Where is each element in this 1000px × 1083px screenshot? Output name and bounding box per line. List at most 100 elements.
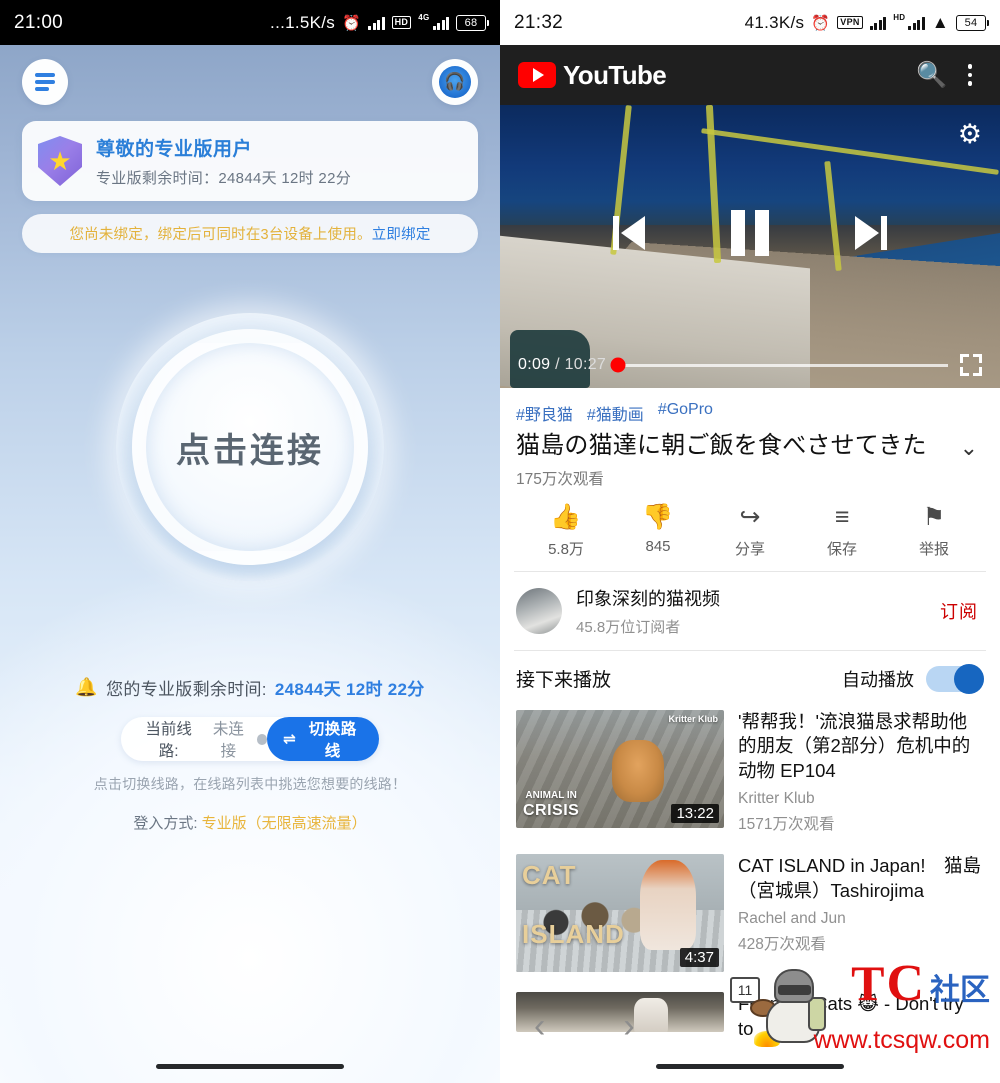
- pause-icon[interactable]: [731, 210, 769, 256]
- dual-phone-screenshot: 21:00 ...1.5K/s ⏰ HD 4G 68 🎧 ★ 尊敬的专业版用户 …: [0, 0, 1000, 1083]
- tag-item[interactable]: #野良猫: [516, 401, 573, 425]
- duration: 10:27: [564, 356, 607, 373]
- chevron-down-icon[interactable]: ⌄: [960, 431, 984, 461]
- youtube-play-icon: [518, 62, 556, 88]
- battery-icon: 54: [956, 14, 989, 31]
- video-item-title: '帮帮我！'流浪猫恳求帮助他的朋友（第2部分）危机中的动物 EP104: [738, 711, 971, 781]
- video-thumbnail[interactable]: Kritter Klub ANIMAL IN CRISIS 13:22: [516, 710, 724, 828]
- view-count: 175万次观看: [516, 471, 604, 488]
- video-duration: 13:22: [671, 804, 719, 823]
- signal-bars-icon: [869, 16, 887, 30]
- subscriber-count: 45.8万位订阅者: [576, 619, 681, 636]
- dislike-button[interactable]: 👎 845: [620, 505, 696, 559]
- thumbnail-overlay-line1: CAT: [522, 860, 577, 891]
- tag-item[interactable]: #猫動画: [587, 401, 644, 425]
- gear-icon[interactable]: ⚙: [958, 121, 982, 148]
- route-pill: 当前线路: 未连接 ⇌ 切换路线: [121, 717, 379, 761]
- channel-row[interactable]: 印象深刻的猫视频 45.8万位订阅者 订阅: [500, 572, 1000, 650]
- list-item[interactable]: Kritter Klub ANIMAL IN CRISIS 13:22 '帮帮我…: [500, 702, 1000, 846]
- thumbs-up-icon: 👍: [550, 503, 582, 531]
- status-time: 21:00: [14, 11, 64, 33]
- tag-item[interactable]: #GoPro: [658, 401, 713, 425]
- player-time: 0:09 / 10:27: [518, 356, 606, 374]
- signal-bars-icon: [368, 16, 385, 30]
- connect-button[interactable]: 点击连接: [132, 329, 368, 565]
- home-indicator[interactable]: [656, 1064, 844, 1069]
- login-mode-value: 专业版（无限高速流量）: [201, 815, 367, 832]
- list-item[interactable]: CAT ISLAND 4:37 CAT ISLAND in Japan! 猫島（…: [500, 846, 1000, 984]
- dislike-count: 845: [645, 538, 671, 555]
- status-time: 21:32: [514, 11, 564, 33]
- autoplay-toggle[interactable]: [926, 663, 984, 694]
- video-thumbnail[interactable]: CAT ISLAND 4:37: [516, 854, 724, 973]
- progress-knob[interactable]: [610, 357, 626, 373]
- progress-scrubber[interactable]: [610, 357, 948, 373]
- report-flag-icon: ⚑: [922, 503, 946, 531]
- share-button[interactable]: ↪ 分享: [712, 505, 788, 559]
- fullscreen-icon[interactable]: [960, 354, 982, 376]
- bell-icon: 🔔: [75, 677, 99, 697]
- vip-title: 尊敬的专业版用户: [96, 139, 253, 160]
- thumbnail-overlay-line2: CRISIS: [523, 801, 580, 819]
- chevron-left-icon[interactable]: ‹: [534, 1009, 545, 1043]
- remaining-value: 24844天 12时 22分: [274, 680, 425, 699]
- report-button[interactable]: ⚑ 举报: [896, 505, 972, 559]
- network-speed: ...1.5K/s: [270, 12, 336, 32]
- player-controls: [500, 210, 1000, 256]
- channel-avatar[interactable]: [516, 588, 562, 634]
- channel-name: 印象深刻的猫视频: [576, 589, 720, 609]
- support-button[interactable]: 🎧: [432, 59, 478, 105]
- left-phone-panel: 21:00 ...1.5K/s ⏰ HD 4G 68 🎧 ★ 尊敬的专业版用户 …: [0, 0, 500, 1083]
- home-indicator[interactable]: [156, 1064, 344, 1069]
- save-button[interactable]: ≡ 保存: [804, 505, 880, 559]
- video-item-channel: Kritter Klub: [738, 790, 815, 808]
- route-value: 未连接: [212, 721, 244, 760]
- video-item-views: 428万次观看: [738, 936, 826, 954]
- left-status-bar: 21:00 ...1.5K/s ⏰ HD 4G 68: [0, 0, 500, 45]
- vip-card[interactable]: ★ 尊敬的专业版用户 专业版剩余时间：24844天 12时 22分: [22, 121, 478, 201]
- like-count: 5.8万: [548, 541, 584, 558]
- remaining-prefix: 您的专业版剩余时间:: [106, 680, 267, 699]
- subscribe-button[interactable]: 订阅: [940, 598, 984, 624]
- signal-bars-2-icon: [432, 16, 449, 30]
- vpn-app-body: 🎧 ★ 尊敬的专业版用户 专业版剩余时间：24844天 12时 22分 您尚未绑…: [0, 45, 500, 1083]
- headset-icon: 🎧: [439, 66, 471, 98]
- alarm-icon: ⏰: [811, 14, 831, 32]
- route-label: 当前线路:: [145, 721, 192, 760]
- video-player[interactable]: ⚙ 0:09 / 10:27: [500, 105, 1000, 388]
- youtube-app-body: YouTube 🔍 ⚙ 0:09 / 10:27 #野良猫 #猫動画 #GoPr…: [500, 45, 1000, 1083]
- share-icon: ↪: [739, 503, 761, 531]
- current-time: 0:09: [518, 356, 551, 373]
- hd-icon: HD: [391, 16, 412, 29]
- more-options-button[interactable]: [958, 64, 983, 86]
- chevron-right-icon[interactable]: ›: [623, 1009, 634, 1043]
- search-button[interactable]: 🔍: [916, 61, 947, 90]
- autoplay-control[interactable]: 自动播放: [842, 663, 984, 694]
- bind-now-link[interactable]: 立即绑定: [372, 227, 431, 243]
- report-label: 举报: [918, 541, 949, 558]
- switch-route-button[interactable]: ⇌ 切换路线: [267, 717, 379, 761]
- like-button[interactable]: 👍 5.8万: [528, 505, 604, 559]
- vpn-icon: VPN: [837, 16, 863, 29]
- bind-notice-bar[interactable]: 您尚未绑定，绑定后可同时在3台设备上使用。立即绑定: [22, 214, 478, 253]
- youtube-header: YouTube 🔍: [500, 45, 1000, 105]
- video-item-views: 1571万次观看: [738, 816, 835, 834]
- save-playlist-icon: ≡: [834, 503, 850, 531]
- remaining-time-line: 🔔 您的专业版剩余时间: 24844天 12时 22分: [0, 675, 500, 700]
- previous-icon[interactable]: [613, 216, 645, 250]
- connect-label: 点击连接: [176, 431, 324, 470]
- thumbs-down-icon: 👎: [642, 503, 674, 531]
- upnext-header: 接下来播放 自动播放: [500, 651, 1000, 702]
- wifi-icon: ▲: [931, 13, 949, 32]
- video-tags: #野良猫 #猫動画 #GoPro: [516, 401, 984, 425]
- connect-area: 点击连接: [0, 313, 500, 581]
- right-status-bar: 21:32 41.3K/s ⏰ VPN HD ▲ 54: [500, 0, 1000, 45]
- menu-icon: [35, 73, 55, 91]
- navigation-arrows: ‹ ›: [500, 1009, 1000, 1043]
- next-icon[interactable]: [855, 216, 887, 250]
- menu-button[interactable]: [22, 59, 68, 105]
- youtube-logo[interactable]: YouTube: [518, 59, 667, 91]
- vip-subtitle: 专业版剩余时间：24844天 12时 22分: [96, 170, 352, 187]
- route-hint: 点击切换线路，在线路列表中挑选您想要的线路！: [93, 776, 407, 792]
- youtube-wordmark: YouTube: [563, 59, 667, 90]
